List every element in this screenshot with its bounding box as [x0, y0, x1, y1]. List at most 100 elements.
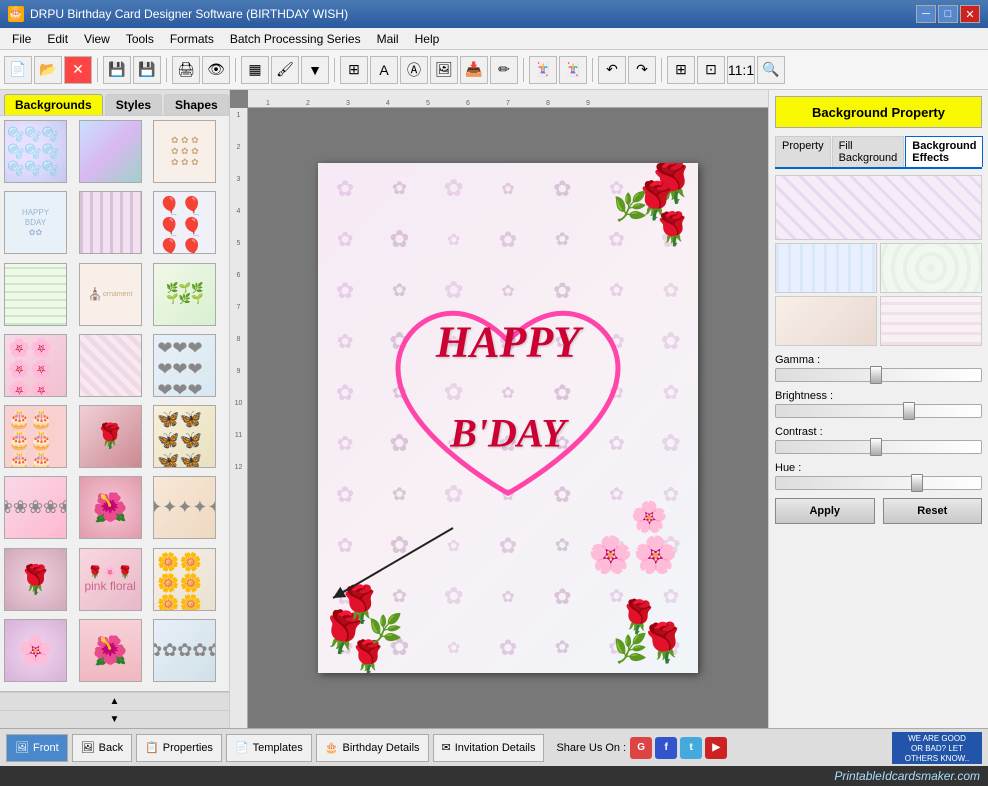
bg-thumb-4[interactable]: HAPPYBDAY✿✿ [4, 191, 67, 254]
menu-tools[interactable]: Tools [118, 30, 162, 48]
tb-saveas[interactable]: 💾 [133, 56, 161, 84]
menu-formats[interactable]: Formats [162, 30, 222, 48]
front-icon: 🖼 [15, 741, 29, 754]
tb-new[interactable]: 📄 [4, 56, 32, 84]
tb-grid3[interactable]: 11:1 [727, 56, 755, 84]
contrast-thumb[interactable] [870, 438, 882, 456]
tb-save[interactable]: 💾 [103, 56, 131, 84]
preview-large[interactable] [775, 175, 982, 240]
tab-property[interactable]: Property [775, 136, 831, 167]
bg-thumb-10[interactable]: 🌸🌸🌸🌸🌸🌸🌸🌸🌸 [4, 334, 67, 397]
contrast-slider[interactable] [775, 440, 982, 454]
menu-edit[interactable]: Edit [39, 30, 76, 48]
tb-open[interactable]: 📂 [34, 56, 62, 84]
tb-redo[interactable]: ↷ [628, 56, 656, 84]
tb-zoom[interactable]: 🔍 [757, 56, 785, 84]
btn-birthday-details[interactable]: 🎂 Birthday Details [316, 734, 429, 762]
scroll-up[interactable]: ▲ [0, 692, 229, 710]
btn-invitation-details[interactable]: ✉ Invitation Details [433, 734, 545, 762]
bg-thumb-16[interactable]: ❀❀❀❀❀❀❀❀❀ [4, 476, 67, 539]
tb-grid2[interactable]: ⊡ [697, 56, 725, 84]
btn-templates[interactable]: 📄 Templates [226, 734, 312, 762]
tb-text[interactable]: A [370, 56, 398, 84]
bg-thumb-8[interactable]: ⛪ornament [79, 263, 142, 326]
apply-button[interactable]: Apply [775, 498, 875, 524]
tab-styles[interactable]: Styles [105, 94, 162, 115]
bg-thumb-5[interactable] [79, 191, 142, 254]
bg-thumb-21[interactable]: 🌼🌼🌼🌼🌼🌼🌼🌼🌼 [153, 548, 216, 611]
reset-button[interactable]: Reset [883, 498, 983, 524]
bg-thumb-6[interactable]: 🎈🎈🎈🎈🎈🎈🎈🎈🎈 [153, 191, 216, 254]
bg-thumb-13[interactable]: 🎂🎂🎂🎂🎂🎂🎂🎂🎂 [4, 405, 67, 468]
bg-thumb-3[interactable]: ✿ ✿ ✿✿ ✿ ✿✿ ✿ ✿ [153, 120, 216, 183]
bg-thumb-15[interactable]: 🦋🦋🦋🦋🦋🦋🦋🦋🦋 [153, 405, 216, 468]
scroll-down[interactable]: ▼ [0, 710, 229, 728]
tb-import[interactable]: 📥 [460, 56, 488, 84]
bg-thumb-9[interactable]: 🌿🌱🌿🌱🌿🌱 [153, 263, 216, 326]
back-label: Back [99, 742, 123, 754]
preview-half-4[interactable] [880, 296, 982, 346]
tb-draw[interactable]: ✏ [490, 56, 518, 84]
hue-slider[interactable] [775, 476, 982, 490]
preview-half-2[interactable] [880, 243, 982, 293]
tb-card2[interactable]: 🃏 [559, 56, 587, 84]
hue-thumb[interactable] [911, 474, 923, 492]
tb-close[interactable]: ✕ [64, 56, 92, 84]
tab-shapes[interactable]: Shapes [164, 94, 229, 115]
google-icon[interactable]: G [630, 737, 652, 759]
tab-background-effects[interactable]: Background Effects [905, 136, 983, 167]
tb-preview[interactable]: 👁 [202, 56, 230, 84]
minimize-button[interactable]: ─ [916, 5, 936, 23]
tb-image[interactable]: 🖼 [430, 56, 458, 84]
menu-file[interactable]: File [4, 30, 39, 48]
bg-thumb-7[interactable] [4, 263, 67, 326]
youtube-icon[interactable]: ▶ [705, 737, 727, 759]
tb-undo[interactable]: ↶ [598, 56, 626, 84]
tb-gradient[interactable]: ▼ [301, 56, 329, 84]
brightness-thumb[interactable] [903, 402, 915, 420]
bg-thumb-2[interactable] [79, 120, 142, 183]
tab-fill-background[interactable]: Fill Background [832, 136, 905, 167]
bg-thumb-12[interactable]: ❤❤❤❤❤❤❤❤❤ [153, 334, 216, 397]
maximize-button[interactable]: □ [938, 5, 958, 23]
bg-thumb-23[interactable]: 🌺 [79, 619, 142, 682]
brightness-slider[interactable] [775, 404, 982, 418]
tb-paint[interactable]: 🖌 [271, 56, 299, 84]
card-canvas[interactable]: ✿ ✿ ✿ ✿ ✿ ✿ ✿ ✿ ✿ ✿ ✿ ✿ ✿ ✿ [318, 163, 698, 673]
bg-thumb-11[interactable] [79, 334, 142, 397]
facebook-icon[interactable]: f [655, 737, 677, 759]
menu-view[interactable]: View [76, 30, 118, 48]
btn-properties[interactable]: 📋 Properties [136, 734, 222, 762]
tb-grid1[interactable]: ⊞ [667, 56, 695, 84]
bg-thumb-14[interactable]: 🌹 [79, 405, 142, 468]
window-controls[interactable]: ─ □ ✕ [916, 5, 980, 23]
menu-help[interactable]: Help [407, 30, 448, 48]
bg-thumb-22[interactable]: 🌸 [4, 619, 67, 682]
bg-thumb-19[interactable]: 🌹 [4, 548, 67, 611]
tb-wordart[interactable]: Ⓐ [400, 56, 428, 84]
tb-barcode2[interactable]: ⊞ [340, 56, 368, 84]
gamma-thumb[interactable] [870, 366, 882, 384]
tb-print[interactable]: 🖨 [172, 56, 200, 84]
bg-thumb-24[interactable]: ✿✿✿✿✿✿✿✿✿ [153, 619, 216, 682]
bg-property-button[interactable]: Background Property [775, 96, 982, 128]
bg-thumb-1[interactable]: 🫧🫧🫧🫧🫧🫧🫧🫧🫧 [4, 120, 67, 183]
canvas-bg[interactable]: ✿ ✿ ✿ ✿ ✿ ✿ ✿ ✿ ✿ ✿ ✿ ✿ ✿ ✿ [248, 108, 768, 728]
preview-half-1[interactable] [775, 243, 877, 293]
app-icon: 🎂 [8, 6, 24, 22]
menu-mail[interactable]: Mail [369, 30, 407, 48]
tab-backgrounds[interactable]: Backgrounds [4, 94, 103, 115]
btn-back[interactable]: 🖼 Back [72, 734, 132, 762]
menu-batch[interactable]: Batch Processing Series [222, 30, 369, 48]
close-button[interactable]: ✕ [960, 5, 980, 23]
gamma-slider[interactable] [775, 368, 982, 382]
bg-thumb-20[interactable]: 🌹🌸🌹pink floral [79, 548, 142, 611]
bg-thumb-18[interactable]: ✦✦✦✦✦✦✦✦✦ [153, 476, 216, 539]
bg-thumb-17[interactable]: 🌺 [79, 476, 142, 539]
tb-barcode[interactable]: ▦ [241, 56, 269, 84]
tb-card1[interactable]: 🃏 [529, 56, 557, 84]
twitter-icon[interactable]: t [680, 737, 702, 759]
review-badge[interactable]: WE ARE GOODOR BAD? LETOTHERS KNOW.. [892, 732, 982, 764]
preview-half-3[interactable] [775, 296, 877, 346]
btn-front[interactable]: 🖼 Front [6, 734, 68, 762]
